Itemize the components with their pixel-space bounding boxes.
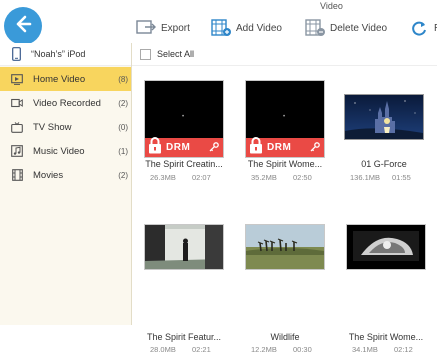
category-list: Home Video (8) Video Recorded (2) TV Sho… bbox=[0, 67, 131, 187]
spirit-scene-image bbox=[347, 225, 425, 269]
video-duration: 02:07 bbox=[192, 173, 211, 182]
sidebar-item-label: Movies bbox=[33, 169, 64, 181]
lock-icon bbox=[148, 136, 162, 158]
video-thumbnail: • DRM bbox=[144, 80, 224, 158]
video-grid-panel: Select All • DRM The Spirit Creatin... 2… bbox=[132, 43, 437, 354]
refresh-button[interactable]: Re bbox=[409, 18, 437, 38]
select-all-bar: Select All bbox=[132, 43, 437, 66]
video-duration: 02:50 bbox=[293, 173, 312, 182]
sidebar-item-count: (0) bbox=[118, 122, 128, 132]
video-size: 12.2MB bbox=[251, 345, 277, 354]
sidebar-item-tv-show[interactable]: TV Show (0) bbox=[0, 115, 131, 139]
video-thumbnail bbox=[245, 224, 325, 270]
export-button[interactable]: Export bbox=[136, 18, 190, 38]
add-video-label: Add Video bbox=[236, 22, 282, 34]
device-name: “Noah’s” iPod bbox=[31, 49, 86, 59]
window-title: Video bbox=[320, 1, 343, 11]
sidebar-item-count: (2) bbox=[118, 98, 128, 108]
video-card[interactable]: 01 G-Force 136.1MB 01:55 bbox=[344, 94, 424, 190]
drm-banner: DRM bbox=[246, 136, 324, 158]
video-thumbnail: • DRM bbox=[245, 80, 325, 158]
sidebar-item-label: Music Video bbox=[33, 145, 85, 157]
video-size: 34.1MB bbox=[352, 345, 378, 354]
video-title: The Spirit Wome... bbox=[247, 159, 323, 169]
studio-scene-image bbox=[145, 225, 223, 269]
drm-banner: DRM bbox=[145, 136, 223, 158]
video-card[interactable]: • DRM The Spirit Creatin... 26.3MB 02:07 bbox=[144, 80, 224, 190]
video-size: 136.1MB bbox=[350, 173, 381, 182]
tv-icon bbox=[11, 121, 23, 133]
video-size: 26.3MB bbox=[150, 173, 176, 182]
export-label: Export bbox=[161, 22, 190, 34]
wildlife-scene-image bbox=[246, 225, 324, 269]
video-duration: 01:55 bbox=[392, 173, 411, 182]
back-button[interactable] bbox=[4, 7, 42, 45]
video-size: 35.2MB bbox=[251, 173, 277, 182]
video-duration: 02:21 bbox=[192, 345, 211, 354]
video-thumbnail bbox=[346, 224, 426, 270]
video-card[interactable]: The Spirit Wome... 34.1MB 02:12 bbox=[346, 224, 426, 354]
delete-video-label: Delete Video bbox=[330, 22, 388, 34]
video-title: 01 G-Force bbox=[361, 159, 407, 169]
sidebar-item-video-recorded[interactable]: Video Recorded (2) bbox=[0, 91, 131, 115]
video-size: 28.0MB bbox=[150, 345, 176, 354]
refresh-icon bbox=[409, 18, 429, 38]
sidebar: “Noah’s” iPod Home Video (8) Video Recor… bbox=[0, 43, 132, 325]
video-title: The Spirit Wome... bbox=[348, 332, 424, 342]
home-video-icon bbox=[11, 73, 23, 85]
sidebar-item-label: TV Show bbox=[33, 121, 72, 133]
top-toolbar: Video Export Add Video Delete Video Re bbox=[0, 0, 437, 45]
video-title: Wildlife bbox=[270, 332, 300, 342]
video-card[interactable]: The Spirit Featur... 28.0MB 02:21 bbox=[144, 224, 224, 354]
sidebar-item-count: (8) bbox=[118, 74, 128, 84]
select-all-label: Select All bbox=[157, 49, 195, 59]
sidebar-item-home-video[interactable]: Home Video (8) bbox=[0, 67, 131, 91]
sidebar-item-movies[interactable]: Movies (2) bbox=[0, 163, 131, 187]
device-header[interactable]: “Noah’s” iPod bbox=[0, 43, 131, 66]
sidebar-item-music-video[interactable]: Music Video (1) bbox=[0, 139, 131, 163]
drm-label: DRM bbox=[166, 142, 191, 153]
video-camera-icon bbox=[11, 97, 23, 109]
video-title: The Spirit Creatin... bbox=[145, 159, 223, 169]
arrow-left-icon bbox=[12, 13, 34, 40]
ipod-device-icon bbox=[10, 47, 22, 61]
key-icon bbox=[310, 139, 320, 157]
select-all-checkbox[interactable] bbox=[140, 48, 151, 60]
video-card[interactable]: Wildlife 12.2MB 00:30 bbox=[245, 224, 325, 354]
drm-label: DRM bbox=[267, 142, 292, 153]
key-icon bbox=[209, 139, 219, 157]
export-icon bbox=[136, 18, 156, 38]
video-thumbnail bbox=[344, 94, 424, 140]
lock-icon bbox=[249, 136, 263, 158]
video-card[interactable]: • DRM The Spirit Wome... 35.2MB 02:50 bbox=[245, 80, 325, 190]
add-video-icon bbox=[211, 18, 231, 38]
film-icon bbox=[11, 169, 23, 181]
sidebar-item-label: Video Recorded bbox=[33, 97, 101, 109]
video-thumbnail bbox=[144, 224, 224, 270]
music-video-icon bbox=[11, 145, 23, 157]
delete-video-button[interactable]: Delete Video bbox=[305, 18, 387, 38]
add-video-button[interactable]: Add Video bbox=[211, 18, 282, 38]
video-duration: 00:30 bbox=[293, 345, 312, 354]
video-title: The Spirit Featur... bbox=[146, 332, 222, 342]
video-duration: 02:12 bbox=[394, 345, 413, 354]
castle-scene-image bbox=[345, 95, 423, 139]
delete-video-icon bbox=[305, 18, 325, 38]
sidebar-item-label: Home Video bbox=[33, 73, 86, 85]
sidebar-item-count: (1) bbox=[118, 146, 128, 156]
sidebar-item-count: (2) bbox=[118, 170, 128, 180]
